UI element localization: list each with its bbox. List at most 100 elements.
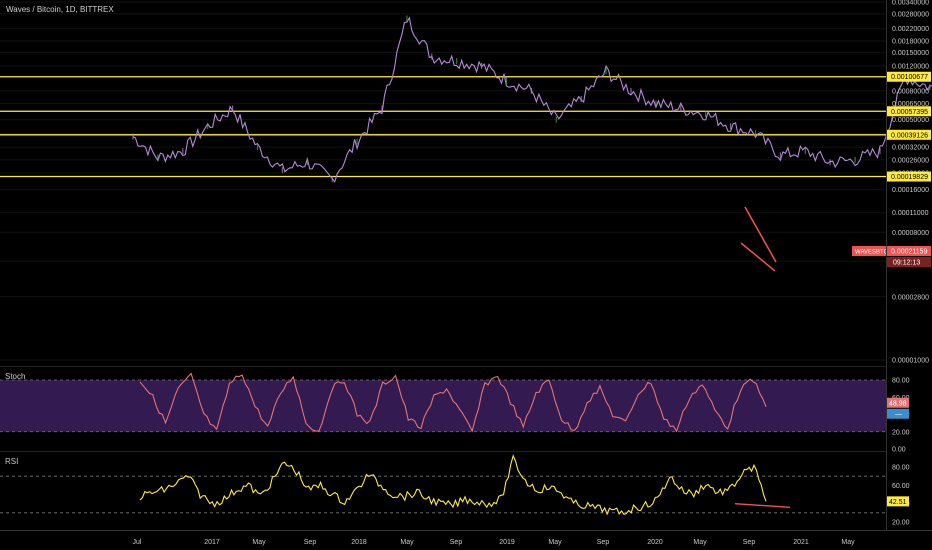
price-point [207,123,209,130]
x-axis-label: May [252,539,266,546]
current-price: 0.00021159 [891,249,928,256]
stoch-band [0,379,886,433]
rsi-separator [0,451,886,452]
price-point [754,130,757,137]
stoch-axis-label: 0.00 [892,447,906,454]
level-label: 0.00019829 [891,174,928,181]
price-point [630,87,632,94]
symbol-title: Waves / Bitcoin, 1D, BITTREX [6,5,114,14]
price-levels [0,76,886,178]
price-axis-label: 0.00280000 [892,11,929,18]
price-point [331,176,333,183]
price-point [306,159,308,166]
stoch-axis-label: 80.00 [892,378,910,385]
price-axis-label: 0.00220000 [892,26,929,33]
price-point [356,138,358,145]
price-axis-label: 0.00002800 [892,294,929,301]
price-point [530,87,532,94]
rsi-guides [0,475,886,514]
price-point [281,167,283,174]
price-axis-label: 0.00150000 [892,50,929,57]
chart: Waves / Bitcoin, 1D, BITTREX 0.003400000… [0,0,932,546]
countdown: 09:12:13 [893,260,920,267]
price-axis-label: 0.00032000 [892,145,929,152]
wedge-upper-line [744,206,777,263]
stoch-value: 48.98 [889,400,907,407]
rsi-value: 42.51 [889,499,907,506]
price-axis-label: 0.00080000 [892,88,929,95]
x-axis: Jul 2017 May Sep 2018 May Sep 2019 May Sep 2020 May… [133,539,856,546]
price-line [132,16,932,184]
price-point [605,68,607,75]
stoch-axis: 80.0060.0040.0020.000.0048.98— [887,378,910,454]
x-axis-label: 2019 [499,539,515,546]
stoch-band-fill [0,380,886,432]
stoch-separator [0,366,886,367]
stoch-axis-label: 20.00 [892,429,910,436]
rsi-axis: 80.0060.0040.0020.0042.51 [887,465,910,527]
x-axis-label: Sep [450,539,463,546]
level-label: 0.00057395 [891,109,928,116]
price-point [132,133,134,140]
x-axis-label: 2017 [204,539,220,546]
price-point [256,144,259,151]
price-point [555,116,557,123]
rsi-axis-label: 60.00 [892,483,910,490]
price-point [730,123,732,130]
wedge-lower-line [740,242,776,272]
price-axis-label: 0.00016000 [892,187,929,194]
rsi-series [139,454,791,516]
x-axis-label: Sep [743,539,756,546]
price-axis-label: 0.00011000 [892,210,929,217]
price-point [854,156,856,163]
x-axis-label: May [693,539,707,546]
axis-divider [886,0,887,530]
price-axis-label: 0.00008000 [892,230,929,237]
rsi-axis-label: 80.00 [892,465,910,472]
level-label: 0.00039126 [891,132,928,139]
stoch-signal: — [895,411,902,418]
price-axis-label: 0.00120000 [892,63,929,70]
price-point [232,105,234,112]
level-label: 0.00100677 [891,74,928,81]
price-point [431,53,433,60]
price-point [182,148,184,155]
x-axis-label: May [548,539,562,546]
price-axis-label: 0.00340000 [892,0,929,7]
price-point [580,96,582,103]
price-point [505,77,508,84]
price-point [879,148,881,155]
price-grid [0,1,886,361]
price-point [779,152,781,159]
x-axis-label: May [400,539,414,546]
price-point [481,62,483,69]
x-axis-divider [0,530,932,531]
x-axis-label: Sep [304,539,317,546]
price-point [705,110,707,117]
price-axis: 0.00340000 0.00280000 0.00220000 0.00180000… [852,0,931,365]
rsi-title: RSI [5,457,18,466]
rsi-trend-line [734,502,791,509]
price-axis-label: 0.00026000 [892,157,929,164]
x-axis-label: 2021 [793,539,809,546]
x-axis-label: Sep [597,539,610,546]
price-point [680,105,682,112]
x-axis-label: 2018 [351,539,367,546]
price-point [655,100,657,107]
price-point [157,154,159,161]
price-point [829,159,831,166]
price-point [929,84,931,91]
x-axis-label: 2020 [647,539,663,546]
x-axis-label: Jul [133,539,142,546]
price-point [406,15,408,22]
price-series [132,15,932,184]
rsi-axis-label: 20.00 [892,520,910,527]
price-axis-label: 0.00180000 [892,39,929,46]
rsi-line [139,454,767,516]
price-point [381,105,383,112]
price-point [456,58,458,65]
price-axis-label: 0.00001000 [892,358,929,365]
current-symbol: WAVESBTC [855,250,889,256]
x-axis-label: May [841,539,855,546]
price-axis-label: 0.00050000 [892,117,929,124]
